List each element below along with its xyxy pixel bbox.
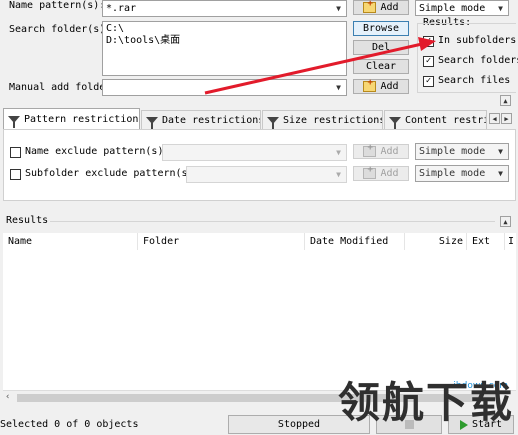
annotation-arrow (204, 37, 436, 95)
arrow-head (418, 37, 436, 51)
watermark-logo: 领航下载 (337, 378, 514, 427)
app-window: Name pattern(s): *.rar ▼ Add Simple mode… (0, 0, 518, 435)
arrow-line (204, 42, 423, 95)
